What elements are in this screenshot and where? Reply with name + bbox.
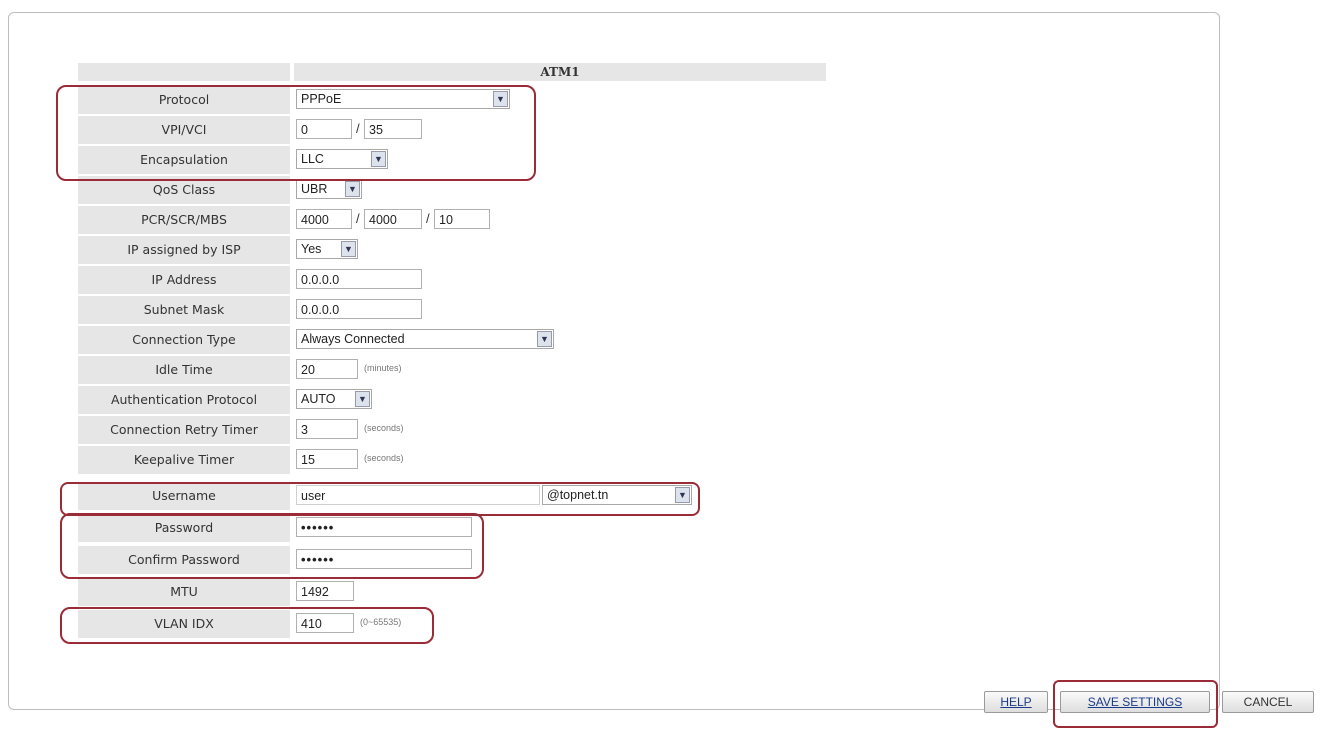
vci-input[interactable]: 35 bbox=[364, 119, 422, 139]
vpi-vci-separator: / bbox=[356, 121, 360, 136]
help-button[interactable]: HELP bbox=[984, 691, 1048, 713]
cancel-button[interactable]: CANCEL bbox=[1222, 691, 1314, 713]
vlan-idx-input[interactable]: 410 bbox=[296, 613, 354, 633]
cancel-button-label: CANCEL bbox=[1243, 695, 1293, 709]
vpi-vci-label: VPI/VCI bbox=[78, 116, 290, 144]
ip-address-input[interactable]: 0.0.0.0 bbox=[296, 269, 422, 289]
header-label-cell bbox=[78, 63, 290, 81]
section-title: ATM1 bbox=[294, 63, 826, 81]
idle-time-input[interactable]: 20 bbox=[296, 359, 358, 379]
pcr-input[interactable]: 4000 bbox=[296, 209, 352, 229]
encapsulation-select[interactable]: LLC ▼ bbox=[296, 149, 388, 169]
ip-assigned-value: Yes bbox=[301, 242, 322, 256]
save-settings-button-label: SAVE SETTINGS bbox=[1087, 695, 1183, 709]
pcr-scr-mbs-label: PCR/SCR/MBS bbox=[78, 206, 290, 234]
username-input[interactable]: user bbox=[296, 485, 540, 505]
protocol-select[interactable]: PPPoE ▼ bbox=[296, 89, 510, 109]
scr-input[interactable]: 4000 bbox=[364, 209, 422, 229]
auth-protocol-value: AUTO bbox=[301, 392, 336, 406]
retry-timer-label: Connection Retry Timer bbox=[78, 416, 290, 444]
mtu-input[interactable]: 1492 bbox=[296, 581, 354, 601]
pcr-scr-separator: / bbox=[356, 211, 360, 226]
connection-type-label: Connection Type bbox=[78, 326, 290, 354]
vlan-idx-unit: (0~65535) bbox=[360, 617, 402, 627]
chevron-down-icon: ▼ bbox=[355, 391, 370, 407]
chevron-down-icon: ▼ bbox=[493, 91, 508, 107]
ip-assigned-select[interactable]: Yes ▼ bbox=[296, 239, 358, 259]
protocol-label: Protocol bbox=[78, 86, 290, 114]
qos-class-select[interactable]: UBR ▼ bbox=[296, 179, 362, 199]
scr-mbs-separator: / bbox=[426, 211, 430, 226]
qos-class-value: UBR bbox=[301, 182, 328, 196]
chevron-down-icon: ▼ bbox=[537, 331, 552, 347]
retry-timer-unit: (seconds) bbox=[364, 423, 404, 433]
subnet-mask-input[interactable]: 0.0.0.0 bbox=[296, 299, 422, 319]
retry-timer-input[interactable]: 3 bbox=[296, 419, 358, 439]
chevron-down-icon: ▼ bbox=[341, 241, 356, 257]
idle-time-label: Idle Time bbox=[78, 356, 290, 384]
auth-protocol-select[interactable]: AUTO ▼ bbox=[296, 389, 372, 409]
username-domain-value: @topnet.tn bbox=[547, 488, 609, 502]
save-settings-button[interactable]: SAVE SETTINGS bbox=[1060, 691, 1210, 713]
qos-class-label: QoS Class bbox=[78, 176, 290, 204]
connection-type-select[interactable]: Always Connected ▼ bbox=[296, 329, 554, 349]
ip-address-label: IP Address bbox=[78, 266, 290, 294]
ip-assigned-label: IP assigned by ISP bbox=[78, 236, 290, 264]
connection-type-value: Always Connected bbox=[301, 332, 405, 346]
keepalive-timer-unit: (seconds) bbox=[364, 453, 404, 463]
chevron-down-icon: ▼ bbox=[675, 487, 690, 503]
protocol-value: PPPoE bbox=[301, 92, 342, 106]
username-label: Username bbox=[78, 482, 290, 510]
password-label: Password bbox=[78, 514, 290, 542]
username-domain-select[interactable]: @topnet.tn ▼ bbox=[542, 485, 692, 505]
chevron-down-icon: ▼ bbox=[371, 151, 386, 167]
help-button-label: HELP bbox=[1000, 695, 1032, 709]
auth-protocol-label: Authentication Protocol bbox=[78, 386, 290, 414]
confirm-password-label: Confirm Password bbox=[78, 546, 290, 574]
keepalive-timer-label: Keepalive Timer bbox=[78, 446, 290, 474]
password-input[interactable]: •••••• bbox=[296, 517, 472, 537]
confirm-password-input[interactable]: •••••• bbox=[296, 549, 472, 569]
subnet-mask-label: Subnet Mask bbox=[78, 296, 290, 324]
encapsulation-label: Encapsulation bbox=[78, 146, 290, 174]
idle-time-unit: (minutes) bbox=[364, 363, 402, 373]
vpi-input[interactable]: 0 bbox=[296, 119, 352, 139]
mtu-label: MTU bbox=[78, 578, 290, 606]
mbs-input[interactable]: 10 bbox=[434, 209, 490, 229]
encapsulation-value: LLC bbox=[301, 152, 324, 166]
keepalive-timer-input[interactable]: 15 bbox=[296, 449, 358, 469]
chevron-down-icon: ▼ bbox=[345, 181, 360, 197]
vlan-idx-label: VLAN IDX bbox=[78, 610, 290, 638]
